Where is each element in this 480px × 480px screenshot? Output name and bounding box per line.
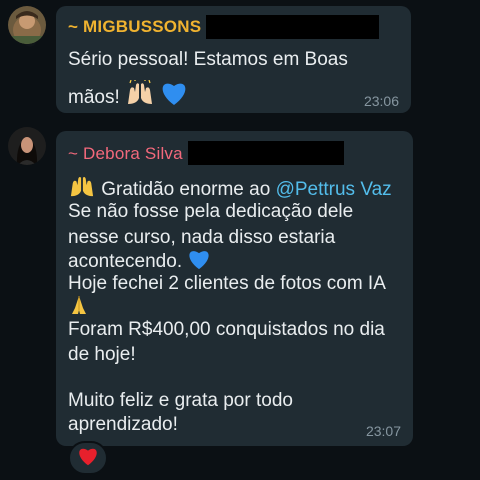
message-timestamp: 23:07 [365,423,401,439]
sender-name[interactable]: ~ Debora Silva [68,144,183,164]
reaction-badge[interactable] [68,441,108,475]
message-text: Se não fosse pela dedicação dele [68,201,354,222]
message-text: nesse curso, nada disso estaria [68,227,336,248]
mention-link[interactable]: @Pettrus Vaz [276,179,392,200]
sender-avatar[interactable] [8,6,46,44]
blue-heart-icon [160,80,188,113]
message-text: Foram R$400,00 conquistados no dia [68,319,385,340]
message-bubble[interactable]: ~ MIGBUSSONS Sério pessoal! Estamos em B… [56,6,411,113]
message-text: aprendizado! [68,414,178,435]
message-text: de hoje! [68,344,136,365]
redacted-phone [206,15,379,39]
message-text: Hoje fechei 2 clientes de fotos com IA [68,273,386,294]
message-text: acontecendo. [68,251,183,272]
message-text: Muito feliz e grata por todo [68,390,293,411]
raising-hands-icon [125,78,155,113]
red-heart-icon [77,446,99,471]
message-bubble[interactable]: ~ Debora Silva Gratidão enorme ao @Pettr… [56,131,413,446]
chat-area: ~ MIGBUSSONS Sério pessoal! Estamos em B… [0,0,480,480]
message-timestamp: 23:06 [363,93,399,109]
message-text-line: mãos! [68,78,188,113]
message-text: Gratidão enorme ao [101,179,271,200]
sender-avatar[interactable] [8,127,46,165]
message-text: Sério pessoal! Estamos em Boas [68,49,348,70]
message-text: mãos! [68,87,120,108]
sender-name[interactable]: ~ MIGBUSSONS [68,17,201,37]
redacted-phone [188,141,344,165]
